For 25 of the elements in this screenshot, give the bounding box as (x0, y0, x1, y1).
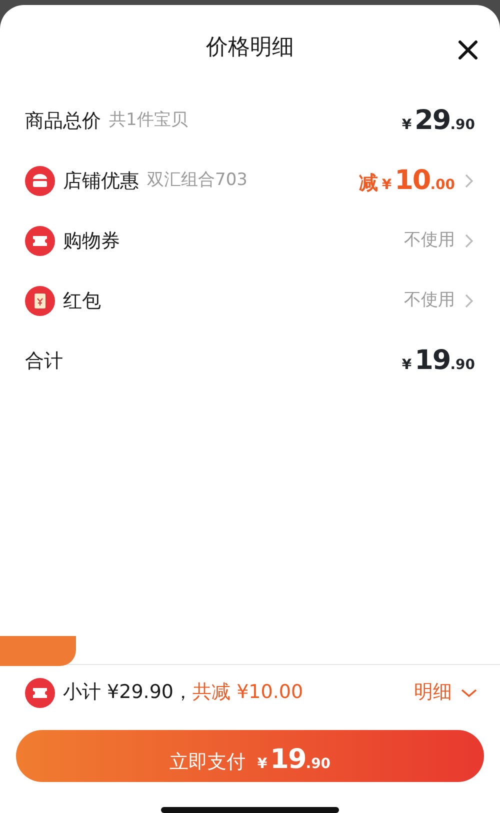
row-label: 合计 (25, 348, 63, 374)
price-amount: ¥19.90 (402, 344, 475, 378)
chevron-right-icon (463, 172, 475, 190)
option-value[interactable]: 不使用 (404, 228, 455, 254)
chevron-right-icon (463, 232, 475, 250)
ticket-icon (25, 678, 55, 708)
discount-total-text: 共减 ¥10.00 (192, 680, 304, 706)
row-note: 双汇组合703 (147, 169, 248, 192)
option-value[interactable]: 不使用 (404, 288, 455, 314)
row-label: 购物券 (63, 228, 120, 254)
chevron-right-icon (463, 292, 475, 310)
details-toggle[interactable]: 明细 (414, 678, 478, 707)
discount-amount: 减 ¥10.00 (358, 164, 455, 198)
sheet-title: 价格明细 (206, 34, 294, 62)
row-label: 店铺优惠 (63, 168, 139, 194)
store-icon (25, 166, 55, 196)
ticket-icon (25, 226, 55, 256)
row-label: 商品总价 (25, 108, 101, 134)
price-amount: ¥29.90 (402, 104, 475, 138)
row-note: 共1件宝贝 (109, 109, 188, 132)
row-label: 红包 (63, 288, 101, 314)
caret-icon (460, 686, 478, 698)
pay-button[interactable]: 立即支付 ¥19.90 (16, 730, 484, 782)
envelope-icon (25, 286, 55, 316)
subtotal-text: 小计 ¥29.90， (63, 680, 193, 706)
